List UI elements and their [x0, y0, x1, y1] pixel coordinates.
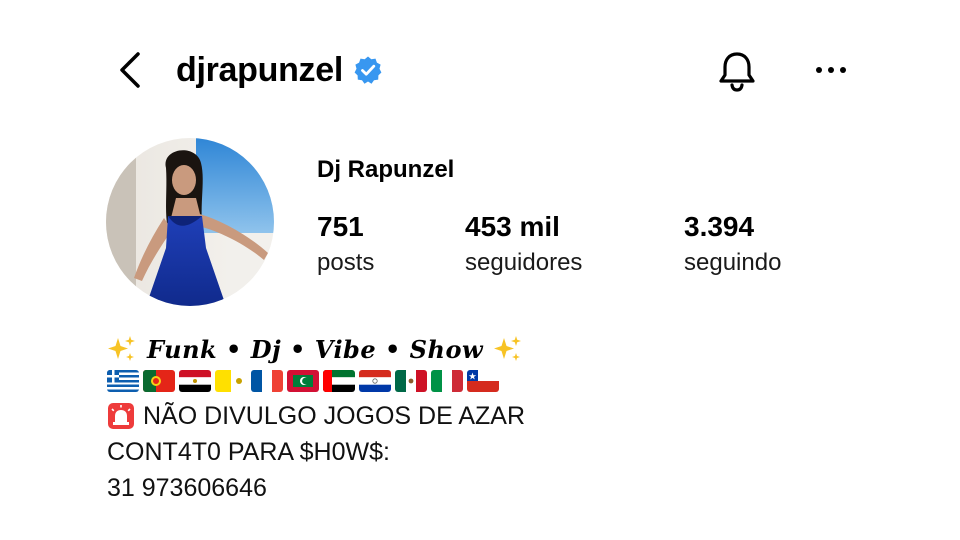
back-chevron-icon[interactable]: [112, 50, 148, 90]
bio-flags-row: [107, 364, 867, 398]
chile-flag-icon: [467, 370, 499, 392]
bio-tagline-row: Funk • Dj • Vibe • Show: [107, 332, 867, 366]
profile-header: djrapunzel: [0, 0, 960, 140]
bio-tagline: Funk • Dj • Vibe • Show: [147, 334, 484, 364]
followers-count: 453 mil: [465, 211, 560, 242]
stat-posts[interactable]: 751 posts: [317, 208, 374, 280]
paraguay-flag-icon: [359, 370, 391, 392]
stat-followers[interactable]: 453 mil seguidores: [465, 208, 582, 280]
bell-icon[interactable]: [714, 48, 760, 94]
display-name: Dj Rapunzel: [317, 156, 455, 183]
avatar[interactable]: [106, 138, 274, 306]
followers-label: seguidores: [465, 249, 583, 276]
following-label: seguindo: [684, 249, 782, 276]
sparkles-icon: [494, 336, 522, 361]
siren-light-icon: [108, 403, 134, 429]
following-count: 3.394: [684, 211, 755, 242]
egypt-flag-icon: [179, 370, 211, 392]
greece-flag-icon: [107, 370, 139, 392]
verified-badge-icon: [354, 56, 382, 84]
portugal-flag-icon: [143, 370, 175, 392]
posts-count: 751: [317, 211, 364, 242]
uae-flag-icon: [323, 370, 355, 392]
sparkles-icon: [108, 336, 135, 361]
maldives-flag-icon: [287, 370, 319, 392]
bio-line-1: NÃO DIVULGO JOGOS DE AZAR: [143, 402, 526, 430]
username-row: djrapunzel: [176, 48, 383, 92]
posts-label: posts: [317, 249, 375, 276]
vatican-flag-icon: [215, 370, 247, 392]
avatar-image: [106, 138, 274, 306]
stat-following[interactable]: 3.394 seguindo: [684, 208, 781, 280]
bio: Funk • Dj • Vibe • Show NÃO DIVULGO JOGO…: [107, 332, 867, 506]
bio-line-2: CONT4T0 PARA $H0W$:: [107, 438, 390, 466]
italy-flag-icon: [431, 370, 463, 392]
mexico-flag-icon: [395, 370, 427, 392]
france-flag-icon: [251, 370, 283, 392]
bio-line-3: 31 973606646: [107, 474, 267, 502]
more-horizontal-icon[interactable]: [808, 52, 854, 88]
username: djrapunzel: [176, 51, 344, 89]
bio-line-1-row: NÃO DIVULGO JOGOS DE AZAR: [107, 398, 867, 434]
